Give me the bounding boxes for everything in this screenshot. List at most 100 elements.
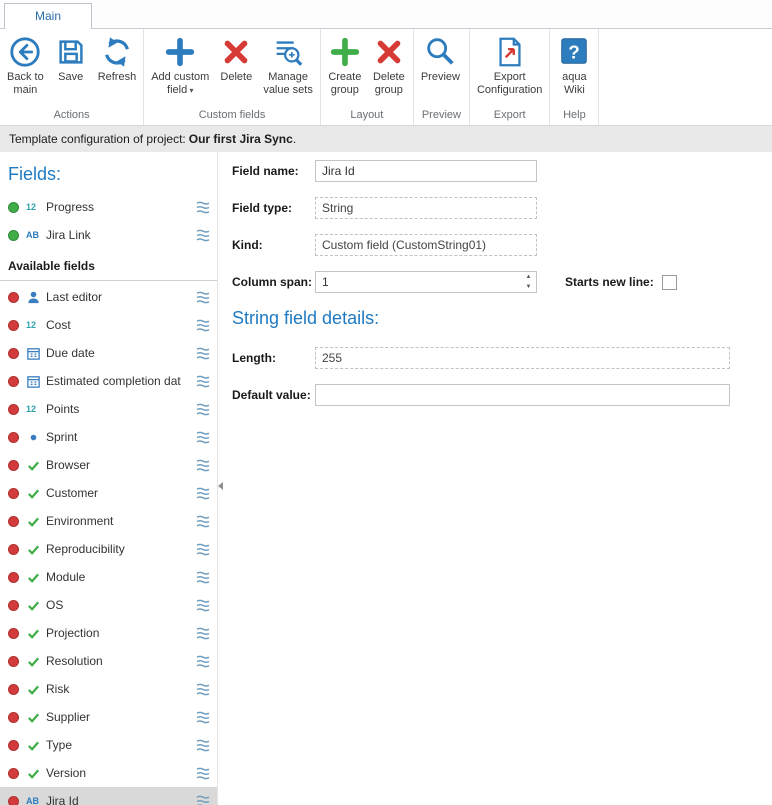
ribbon-group-custom-fields: Add customfield ▾DeleteManagevalue setsC…	[144, 29, 321, 125]
drag-handle-icon[interactable]	[196, 515, 210, 528]
column-span-spinner[interactable]: ▲ ▼	[315, 271, 537, 293]
field-item-os[interactable]: OS	[0, 591, 217, 619]
drag-handle-icon[interactable]	[196, 319, 210, 332]
status-dot-red	[8, 376, 19, 387]
back-icon	[8, 35, 42, 69]
button-label: Managevalue sets	[263, 71, 313, 97]
field-label: Projection	[46, 626, 192, 640]
num-type-icon: 12	[26, 320, 46, 330]
button-label: Save	[58, 71, 83, 84]
preview-button[interactable]: Preview	[416, 31, 465, 84]
field-label: Module	[46, 570, 192, 584]
status-dot-red	[8, 516, 19, 527]
ribbon-group-actions: Back tomainSaveRefreshActions	[0, 29, 144, 125]
default-value-input[interactable]	[315, 384, 730, 406]
length-label: Length:	[232, 351, 315, 365]
delete-group-button[interactable]: Deletegroup	[367, 31, 411, 97]
field-item-supplier[interactable]: Supplier	[0, 703, 217, 731]
button-label: Creategroup	[328, 71, 361, 97]
plus-blue-icon	[163, 35, 197, 69]
drag-handle-icon[interactable]	[196, 655, 210, 668]
field-label: Points	[46, 402, 192, 416]
drag-handle-icon[interactable]	[196, 347, 210, 360]
aqua-wiki-button[interactable]: ?aquaWiki	[552, 31, 596, 97]
status-dot-red	[8, 544, 19, 555]
add-custom-field-button[interactable]: Add customfield ▾	[146, 31, 214, 97]
delete-button[interactable]: Delete	[214, 31, 258, 84]
field-item-risk[interactable]: Risk	[0, 675, 217, 703]
field-item-version[interactable]: Version	[0, 759, 217, 787]
drag-handle-icon[interactable]	[196, 739, 210, 752]
back-to-main-button[interactable]: Back tomain	[2, 31, 49, 97]
column-span-input[interactable]	[316, 272, 521, 292]
field-item-customer[interactable]: Customer	[0, 479, 217, 507]
available-fields-subheader: Available fields	[0, 249, 217, 281]
ribbon-group-layout: CreategroupDeletegroup Layout	[321, 29, 414, 125]
field-item-projection[interactable]: Projection	[0, 619, 217, 647]
field-item-cost[interactable]: 12Cost	[0, 311, 217, 339]
starts-new-line-checkbox[interactable]	[662, 275, 677, 290]
ribbon-group-label: Layout	[323, 107, 411, 125]
spin-down-icon[interactable]: ▼	[521, 282, 536, 292]
field-item-reproducibility[interactable]: Reproducibility	[0, 535, 217, 563]
field-label: Risk	[46, 682, 192, 696]
drag-handle-icon[interactable]	[196, 599, 210, 612]
splitter-collapse-arrow[interactable]	[218, 482, 223, 490]
status-dot-red	[8, 460, 19, 471]
drag-handle-icon[interactable]	[196, 229, 210, 242]
drag-handle-icon[interactable]	[196, 543, 210, 556]
length-input[interactable]	[315, 347, 730, 369]
drag-handle-icon[interactable]	[196, 291, 210, 304]
drag-handle-icon[interactable]	[196, 201, 210, 214]
field-item-resolution[interactable]: Resolution	[0, 647, 217, 675]
fields-panel: Fields: 12ProgressABJira LinkAvailable f…	[0, 152, 218, 805]
num-type-icon: 12	[26, 202, 46, 212]
tab-main[interactable]: Main	[4, 3, 92, 29]
drag-handle-icon[interactable]	[196, 375, 210, 388]
drag-handle-icon[interactable]	[196, 487, 210, 500]
check-type-icon	[26, 598, 46, 613]
ribbon-group-label: Help	[552, 107, 596, 125]
field-name-input[interactable]	[315, 160, 537, 182]
field-item-environment[interactable]: Environment	[0, 507, 217, 535]
field-item-jira-id[interactable]: ABJira Id	[0, 787, 217, 805]
refresh-button[interactable]: Refresh	[93, 31, 142, 84]
field-label: Sprint	[46, 430, 192, 444]
drag-handle-icon[interactable]	[196, 431, 210, 444]
field-item-estimated-completion-dat[interactable]: Estimated completion dat	[0, 367, 217, 395]
field-item-module[interactable]: Module	[0, 563, 217, 591]
drag-handle-icon[interactable]	[196, 571, 210, 584]
field-item-sprint[interactable]: Sprint	[0, 423, 217, 451]
drag-handle-icon[interactable]	[196, 403, 210, 416]
check-type-icon	[26, 682, 46, 697]
button-label: Add customfield ▾	[151, 71, 209, 97]
ribbon-group-export: ExportConfigurationExport	[470, 29, 550, 125]
drag-handle-icon[interactable]	[196, 683, 210, 696]
button-label: aquaWiki	[562, 71, 586, 97]
drag-handle-icon[interactable]	[196, 627, 210, 640]
create-group-button[interactable]: Creategroup	[323, 31, 367, 97]
status-dot-red	[8, 404, 19, 415]
button-label: Delete	[220, 71, 252, 84]
drag-handle-icon[interactable]	[196, 767, 210, 780]
field-item-browser[interactable]: Browser	[0, 451, 217, 479]
field-item-type[interactable]: Type	[0, 731, 217, 759]
ab-type-icon: AB	[26, 796, 46, 805]
field-item-last-editor[interactable]: Last editor	[0, 283, 217, 311]
drag-handle-icon[interactable]	[196, 711, 210, 724]
ribbon-tabstrip: Main	[0, 0, 772, 29]
drag-handle-icon[interactable]	[196, 795, 210, 805]
save-button[interactable]: Save	[49, 31, 93, 84]
status-dot-red	[8, 656, 19, 667]
export-configuration-button[interactable]: ExportConfiguration	[472, 31, 547, 97]
field-item-progress[interactable]: 12Progress	[0, 193, 217, 221]
status-dot-red	[8, 684, 19, 695]
drag-handle-icon[interactable]	[196, 459, 210, 472]
dropdown-caret-icon: ▾	[187, 86, 193, 95]
manage-value-sets-button[interactable]: Managevalue sets	[258, 31, 318, 97]
field-item-jira-link[interactable]: ABJira Link	[0, 221, 217, 249]
field-item-due-date[interactable]: Due date	[0, 339, 217, 367]
content-area: Fields: 12ProgressABJira LinkAvailable f…	[0, 152, 772, 805]
field-item-points[interactable]: 12Points	[0, 395, 217, 423]
spin-up-icon[interactable]: ▲	[521, 272, 536, 282]
